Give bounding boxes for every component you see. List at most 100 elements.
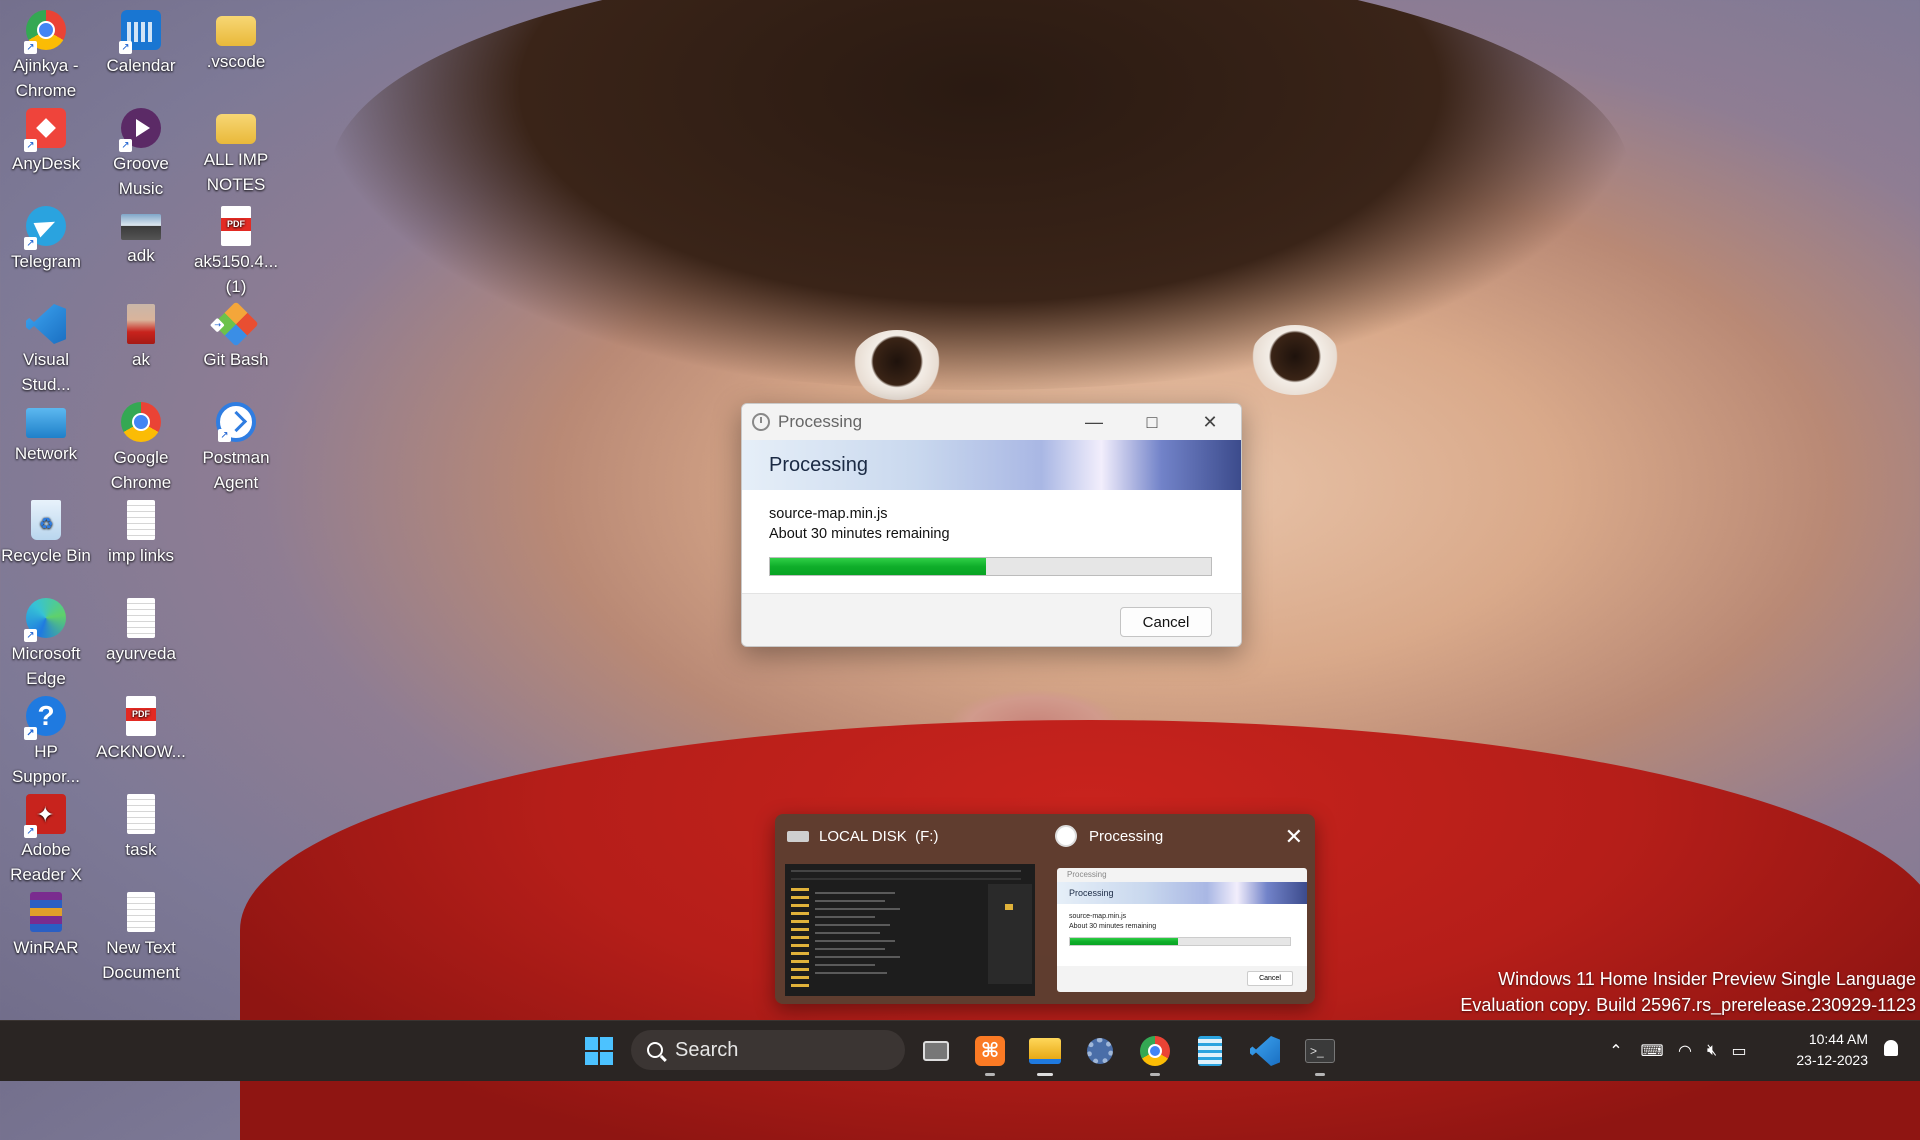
taskbar-app-notepad[interactable] [1192, 1033, 1228, 1069]
taskbar-app-settings[interactable] [1082, 1033, 1118, 1069]
desktop-icon-label: ak [132, 350, 150, 369]
desktop-icon-task[interactable]: task [95, 790, 187, 862]
preview-title: LOCAL DISK (F:) [819, 827, 939, 845]
desktop-icon-ak[interactable]: ak [95, 300, 187, 372]
clock-icon [752, 413, 770, 431]
xampp-icon: ⌘ [975, 1036, 1005, 1066]
chevron-up-icon[interactable]: ⌃ [1600, 1041, 1632, 1061]
desktop-icon-label: Google Chrome [110, 448, 172, 492]
taskbar-clock[interactable]: 10:44 AM 23-12-2023 [1796, 1029, 1868, 1071]
desktop-icon-adobe-reader[interactable]: ✦ Adobe Reader X [0, 790, 92, 887]
cancel-button[interactable]: Cancel [1120, 607, 1212, 637]
desktop-icon-recycle-bin[interactable]: ♻ Recycle Bin [0, 496, 92, 568]
taskbar-app-xampp[interactable]: ⌘ [972, 1033, 1008, 1076]
close-button[interactable]: ✕ [1181, 404, 1239, 440]
speaker-muted-icon[interactable]: 🔇︎ [1698, 1042, 1726, 1060]
desktop-icon-postman-agent[interactable]: Postman Agent [190, 398, 282, 495]
watermark-line-1: Windows 11 Home Insider Preview Single L… [1498, 969, 1916, 989]
desktop-icon-ayurveda[interactable]: ayurveda [95, 594, 187, 666]
desktop-icon-label: Adobe Reader X [10, 840, 82, 884]
desktop-icon-adk[interactable]: adk [95, 202, 187, 268]
desktop-icon-new-text-document[interactable]: New Text Document [95, 888, 187, 985]
desktop-icon-imp-links[interactable]: imp links [95, 496, 187, 568]
preview-card-processing[interactable]: Processing ✕ Processing Processing sourc… [1045, 814, 1315, 1004]
desktop-icon-telegram[interactable]: Telegram [0, 202, 92, 274]
taskbar-search[interactable]: Search [631, 1030, 905, 1070]
network-icon [26, 408, 66, 438]
running-indicator [1037, 1073, 1053, 1076]
desktop-icon-label: Recycle Bin [1, 546, 91, 565]
mini-progress-bar [1069, 937, 1291, 946]
desktop-icon-label: ALL IMP NOTES [203, 150, 269, 194]
desktop-icon-ajinkya-chrome[interactable]: Ajinkya - Chrome [0, 6, 92, 103]
taskbar-thumbnail-preview: LOCAL DISK (F:) Processing ✕ Processing … [775, 814, 1315, 1004]
preview-close-icon[interactable]: ✕ [1285, 824, 1303, 850]
desktop-icon-label: task [125, 840, 157, 859]
desktop-icon-groove-music[interactable]: Groove Music [95, 104, 187, 201]
adobe-reader-icon: ✦ [24, 794, 66, 838]
wifi-icon[interactable]: ◠ [1672, 1041, 1698, 1061]
text-file-icon [127, 500, 155, 540]
desktop-icon-label: ak5150.4... (1) [193, 252, 279, 296]
running-indicator [1150, 1073, 1160, 1076]
desktop-icon-label: imp links [107, 546, 175, 565]
postman-agent-icon [216, 402, 256, 442]
wallpaper-hair [330, 0, 1630, 390]
dialog-footer: Cancel [742, 594, 1241, 646]
desktop-icon-calendar[interactable]: Calendar [95, 6, 187, 78]
folder-icon [216, 16, 256, 46]
preview-card-local-disk[interactable]: LOCAL DISK (F:) [775, 814, 1045, 1004]
taskbar-app-chrome[interactable] [1137, 1033, 1173, 1076]
explorer-thumbnail [785, 864, 1035, 996]
search-icon [647, 1042, 663, 1058]
desktop-icon-all-imp-notes[interactable]: ALL IMP NOTES [190, 104, 282, 197]
dialog-banner-title: Processing [769, 453, 868, 476]
search-placeholder: Search [675, 1038, 739, 1061]
notification-bell-icon[interactable] [1884, 1040, 1898, 1056]
processing-dialog[interactable]: Processing — □ ✕ Processing source-map.m… [741, 403, 1242, 647]
wallpaper-eye-left [852, 330, 942, 400]
taskbar-app-terminal[interactable]: >_ [1302, 1033, 1338, 1076]
desktop-icon-ak5150-pdf[interactable]: PDF ak5150.4... (1) [190, 202, 282, 299]
desktop-icon-vscode-folder[interactable]: .vscode [190, 6, 282, 74]
clock-date: 23-12-2023 [1796, 1052, 1868, 1068]
text-file-icon [127, 794, 155, 834]
notepad-icon [1198, 1036, 1222, 1066]
dialog-window-title: Processing [778, 412, 863, 431]
desktop-icon-label: Visual Stud... [21, 350, 71, 394]
chrome-icon [121, 402, 161, 442]
desktop-icon-hp-support[interactable]: ? HP Suppor... [0, 692, 92, 789]
desktop-icon-network[interactable]: Network [0, 398, 92, 466]
desktop-icon-git-bash[interactable]: Git Bash [190, 300, 282, 372]
desktop-icon-winrar[interactable]: WinRAR [0, 888, 92, 960]
mini-banner-title: Processing [1057, 882, 1307, 904]
desktop-icon-microsoft-edge[interactable]: Microsoft Edge [0, 594, 92, 691]
desktop-icon-acknow-pdf[interactable]: PDF ACKNOW... [95, 692, 187, 764]
keyboard-icon[interactable]: ⌨ [1632, 1041, 1672, 1061]
battery-icon[interactable]: ▭ [1726, 1041, 1752, 1061]
task-view-button[interactable] [918, 1033, 954, 1069]
help-icon: ? [24, 696, 66, 740]
dialog-titlebar[interactable]: Processing — □ ✕ [742, 404, 1241, 440]
desktop-icon-label: AnyDesk [11, 154, 81, 173]
groove-music-icon [119, 108, 161, 152]
git-bash-icon [213, 301, 259, 347]
desktop-icon-google-chrome[interactable]: Google Chrome [95, 398, 187, 495]
chrome-icon [1140, 1036, 1170, 1066]
maximize-button[interactable]: □ [1123, 404, 1181, 440]
desktop-icon-visual-studio-code[interactable]: Visual Stud... [0, 300, 92, 397]
taskbar-app-vscode[interactable] [1247, 1033, 1283, 1069]
start-button[interactable] [581, 1033, 617, 1069]
processing-thumbnail: Processing Processing source-map.min.js … [1057, 868, 1307, 992]
image-file-icon [121, 214, 161, 240]
vscode-icon [1250, 1036, 1280, 1066]
desktop-icon-label: Telegram [11, 252, 81, 271]
system-tray: ⌃ ⌨ ◠ 🔇︎ ▭ [1600, 1021, 1752, 1081]
calendar-icon [119, 10, 161, 54]
desktop-icon-anydesk[interactable]: AnyDesk [0, 104, 92, 176]
desktop-icon-label: Git Bash [203, 350, 269, 369]
chrome-icon [24, 10, 66, 54]
taskbar-app-file-explorer[interactable] [1027, 1033, 1063, 1076]
clock-time: 10:44 AM [1808, 1031, 1868, 1047]
minimize-button[interactable]: — [1065, 404, 1123, 440]
